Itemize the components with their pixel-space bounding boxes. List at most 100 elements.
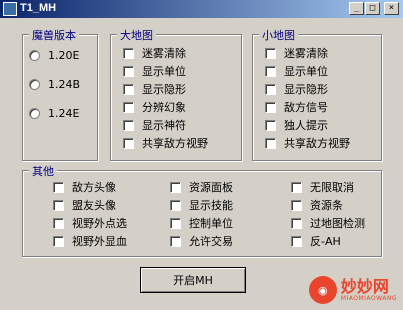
- checkbox[interactable]: [291, 217, 302, 229]
- checkbox[interactable]: [265, 137, 276, 149]
- start-mh-button[interactable]: 开启MH: [140, 267, 246, 293]
- version-label: 1.24B: [48, 78, 81, 91]
- other-select-outside-vision[interactable]: 视野外点选: [53, 215, 127, 231]
- other-anti-ah[interactable]: 反-AH: [291, 233, 341, 249]
- small-map-fog-clear[interactable]: 迷雾清除: [265, 45, 328, 61]
- logo-domain: MIAOMIAOWANG: [340, 294, 397, 302]
- big-map-show-invisible[interactable]: 显示隐形: [123, 81, 186, 97]
- version-label: 1.24E: [48, 107, 80, 120]
- radio-button[interactable]: [29, 79, 40, 90]
- version-label: 1.20E: [48, 49, 80, 62]
- checkbox[interactable]: [53, 199, 64, 211]
- other-unlimited-cancel[interactable]: 无限取消: [291, 179, 354, 195]
- title-bar: T1_MH _ □ ×: [0, 0, 403, 18]
- option-label: 允许交易: [189, 235, 233, 248]
- other-bypass-map-check[interactable]: 过地图检测: [291, 215, 365, 231]
- checkbox[interactable]: [123, 65, 134, 77]
- checkbox[interactable]: [291, 181, 302, 193]
- small-map-group: 小地图 迷雾清除 显示单位 显示隐形 敌方信号 独人提示 共享敌方视野: [252, 27, 382, 161]
- radio-button[interactable]: [29, 108, 40, 119]
- version-option-124b[interactable]: 1.24B: [29, 78, 80, 91]
- checkbox[interactable]: [170, 199, 181, 211]
- option-label: 敌方信号: [284, 101, 328, 114]
- small-map-share-enemy-vision[interactable]: 共享敌方视野: [265, 135, 350, 151]
- checkbox[interactable]: [170, 217, 181, 229]
- option-label: 显示隐形: [284, 83, 328, 96]
- option-label: 盟友头像: [72, 199, 116, 212]
- option-label: 资源条: [310, 199, 343, 212]
- version-option-124e[interactable]: 1.24E: [29, 107, 79, 120]
- small-map-lone-alert[interactable]: 独人提示: [265, 117, 328, 133]
- checkbox[interactable]: [53, 235, 64, 247]
- checkbox[interactable]: [265, 83, 276, 95]
- app-icon: [3, 2, 17, 16]
- option-label: 显示隐形: [142, 83, 186, 96]
- option-label: 资源面板: [189, 181, 233, 194]
- other-group-title: 其他: [29, 163, 57, 179]
- other-resource-bar[interactable]: 资源条: [291, 197, 343, 213]
- option-label: 迷雾清除: [284, 47, 328, 60]
- option-label: 显示单位: [284, 65, 328, 78]
- version-group-title: 魔兽版本: [29, 27, 79, 43]
- logo-icon: ◉: [308, 276, 337, 304]
- checkbox[interactable]: [123, 83, 134, 95]
- option-label: 敌方头像: [72, 181, 116, 194]
- checkbox[interactable]: [170, 235, 181, 247]
- option-label: 显示技能: [189, 199, 233, 212]
- option-label: 过地图检测: [310, 217, 365, 230]
- option-label: 共享敌方视野: [284, 137, 350, 150]
- logo-text-block: 妙妙网 MIAOMIAOWANG: [340, 276, 397, 302]
- other-control-units[interactable]: 控制单位: [170, 215, 233, 231]
- checkbox[interactable]: [291, 235, 302, 247]
- option-label: 反-AH: [310, 235, 341, 248]
- version-option-120e[interactable]: 1.20E: [29, 49, 79, 62]
- big-map-group-title: 大地图: [117, 27, 156, 43]
- option-label: 视野外点选: [72, 217, 127, 230]
- radio-button[interactable]: [29, 50, 40, 61]
- checkbox[interactable]: [291, 199, 302, 211]
- big-map-share-enemy-vision[interactable]: 共享敌方视野: [123, 135, 208, 151]
- small-map-show-units[interactable]: 显示单位: [265, 63, 328, 79]
- option-label: 迷雾清除: [142, 47, 186, 60]
- big-map-reveal-illusions[interactable]: 分辨幻象: [123, 99, 186, 115]
- checkbox[interactable]: [123, 47, 134, 59]
- small-map-group-title: 小地图: [259, 27, 298, 43]
- version-group: 魔兽版本 1.20E 1.24B 1.24E: [22, 27, 98, 161]
- checkbox[interactable]: [53, 217, 64, 229]
- other-enemy-portrait[interactable]: 敌方头像: [53, 179, 116, 195]
- logo-brand: 妙妙网: [340, 276, 389, 296]
- checkbox[interactable]: [123, 101, 134, 113]
- other-ally-portrait[interactable]: 盟友头像: [53, 197, 116, 213]
- big-map-fog-clear[interactable]: 迷雾清除: [123, 45, 186, 61]
- other-resource-panel[interactable]: 资源面板: [170, 179, 233, 195]
- close-button[interactable]: ×: [384, 2, 399, 15]
- big-map-show-units[interactable]: 显示单位: [123, 63, 186, 79]
- other-show-skills[interactable]: 显示技能: [170, 197, 233, 213]
- option-label: 独人提示: [284, 119, 328, 132]
- minimize-button[interactable]: _: [349, 2, 364, 15]
- checkbox[interactable]: [53, 181, 64, 193]
- option-label: 分辨幻象: [142, 101, 186, 114]
- watermark-logo: ◉ 妙妙网 MIAOMIAOWANG: [308, 276, 397, 304]
- checkbox[interactable]: [265, 65, 276, 77]
- checkbox[interactable]: [170, 181, 181, 193]
- big-map-show-runes[interactable]: 显示神符: [123, 117, 186, 133]
- option-label: 无限取消: [310, 181, 354, 194]
- option-label: 共享敌方视野: [142, 137, 208, 150]
- maximize-button[interactable]: □: [365, 2, 380, 15]
- option-label: 视野外显血: [72, 235, 127, 248]
- small-map-enemy-signal[interactable]: 敌方信号: [265, 99, 328, 115]
- window-title: T1_MH: [20, 2, 57, 14]
- checkbox[interactable]: [265, 101, 276, 113]
- other-hp-outside-vision[interactable]: 视野外显血: [53, 233, 127, 249]
- small-map-show-invisible[interactable]: 显示隐形: [265, 81, 328, 97]
- option-label: 控制单位: [189, 217, 233, 230]
- option-label: 显示神符: [142, 119, 186, 132]
- checkbox[interactable]: [265, 47, 276, 59]
- big-map-group: 大地图 迷雾清除 显示单位 显示隐形 分辨幻象 显示神符 共享敌方视野: [110, 27, 242, 161]
- checkbox[interactable]: [123, 119, 134, 131]
- other-allow-trade[interactable]: 允许交易: [170, 233, 233, 249]
- option-label: 显示单位: [142, 65, 186, 78]
- checkbox[interactable]: [123, 137, 134, 149]
- checkbox[interactable]: [265, 119, 276, 131]
